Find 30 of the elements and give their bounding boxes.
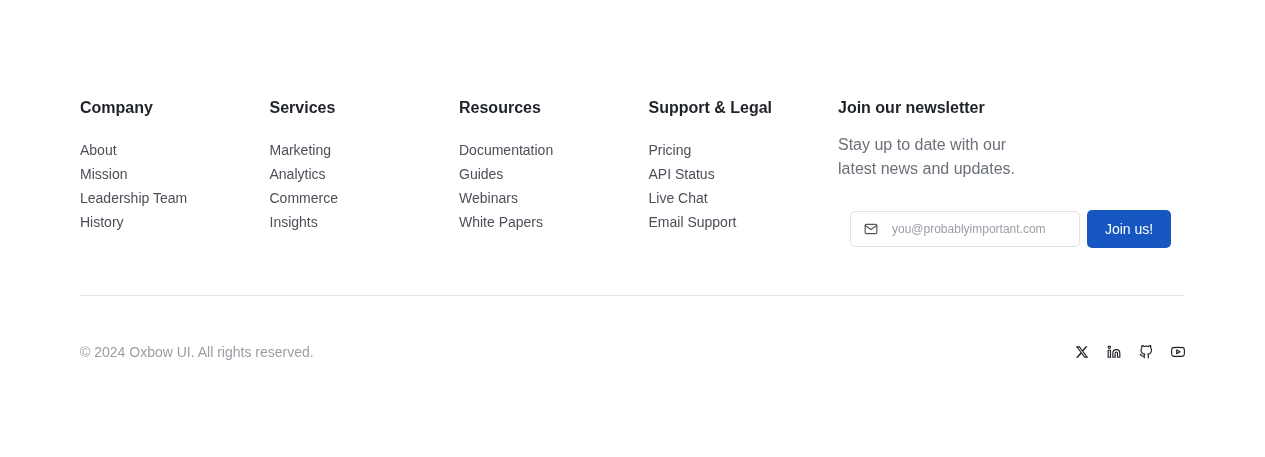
youtube-icon[interactable] bbox=[1171, 345, 1185, 359]
column-heading: Support & Legal bbox=[648, 98, 773, 118]
linkedin-icon[interactable] bbox=[1107, 345, 1121, 359]
newsletter-heading: Join our newsletter bbox=[838, 98, 985, 118]
mail-icon bbox=[864, 222, 878, 236]
footer-link[interactable]: API Status bbox=[648, 165, 715, 183]
column-heading: Company bbox=[80, 98, 153, 118]
footer-link[interactable]: Mission bbox=[80, 165, 128, 183]
copyright-text: © 2024 Oxbow UI. All rights reserved. bbox=[80, 344, 314, 360]
footer-link[interactable]: Email Support bbox=[648, 213, 737, 231]
github-icon[interactable] bbox=[1139, 345, 1153, 359]
footer-link[interactable]: Commerce bbox=[269, 189, 338, 207]
footer-link[interactable]: Insights bbox=[269, 213, 318, 231]
footer-link[interactable]: Documentation bbox=[459, 141, 554, 159]
join-button[interactable]: Join us! bbox=[1087, 210, 1171, 248]
footer-link[interactable]: Analytics bbox=[269, 165, 326, 183]
footer-link[interactable]: About bbox=[80, 141, 117, 159]
footer-link[interactable]: Live Chat bbox=[648, 189, 708, 207]
column-heading: Resources bbox=[459, 98, 541, 118]
footer-link[interactable]: Marketing bbox=[269, 141, 331, 159]
newsletter-description: Stay up to date with our latest news and updates. bbox=[838, 135, 1016, 179]
footer-link[interactable]: History bbox=[80, 213, 124, 231]
footer-link[interactable]: White Papers bbox=[459, 213, 544, 231]
footer-link[interactable]: Guides bbox=[459, 165, 504, 183]
footer-link[interactable]: Leadership Team bbox=[80, 189, 188, 207]
email-field[interactable]: you@probablyimportant.com bbox=[850, 211, 1080, 247]
footer-link[interactable]: Pricing bbox=[648, 141, 692, 159]
x-logo-icon[interactable] bbox=[1075, 345, 1089, 359]
column-heading: Services bbox=[269, 98, 336, 118]
footer-link[interactable]: Webinars bbox=[459, 189, 518, 207]
